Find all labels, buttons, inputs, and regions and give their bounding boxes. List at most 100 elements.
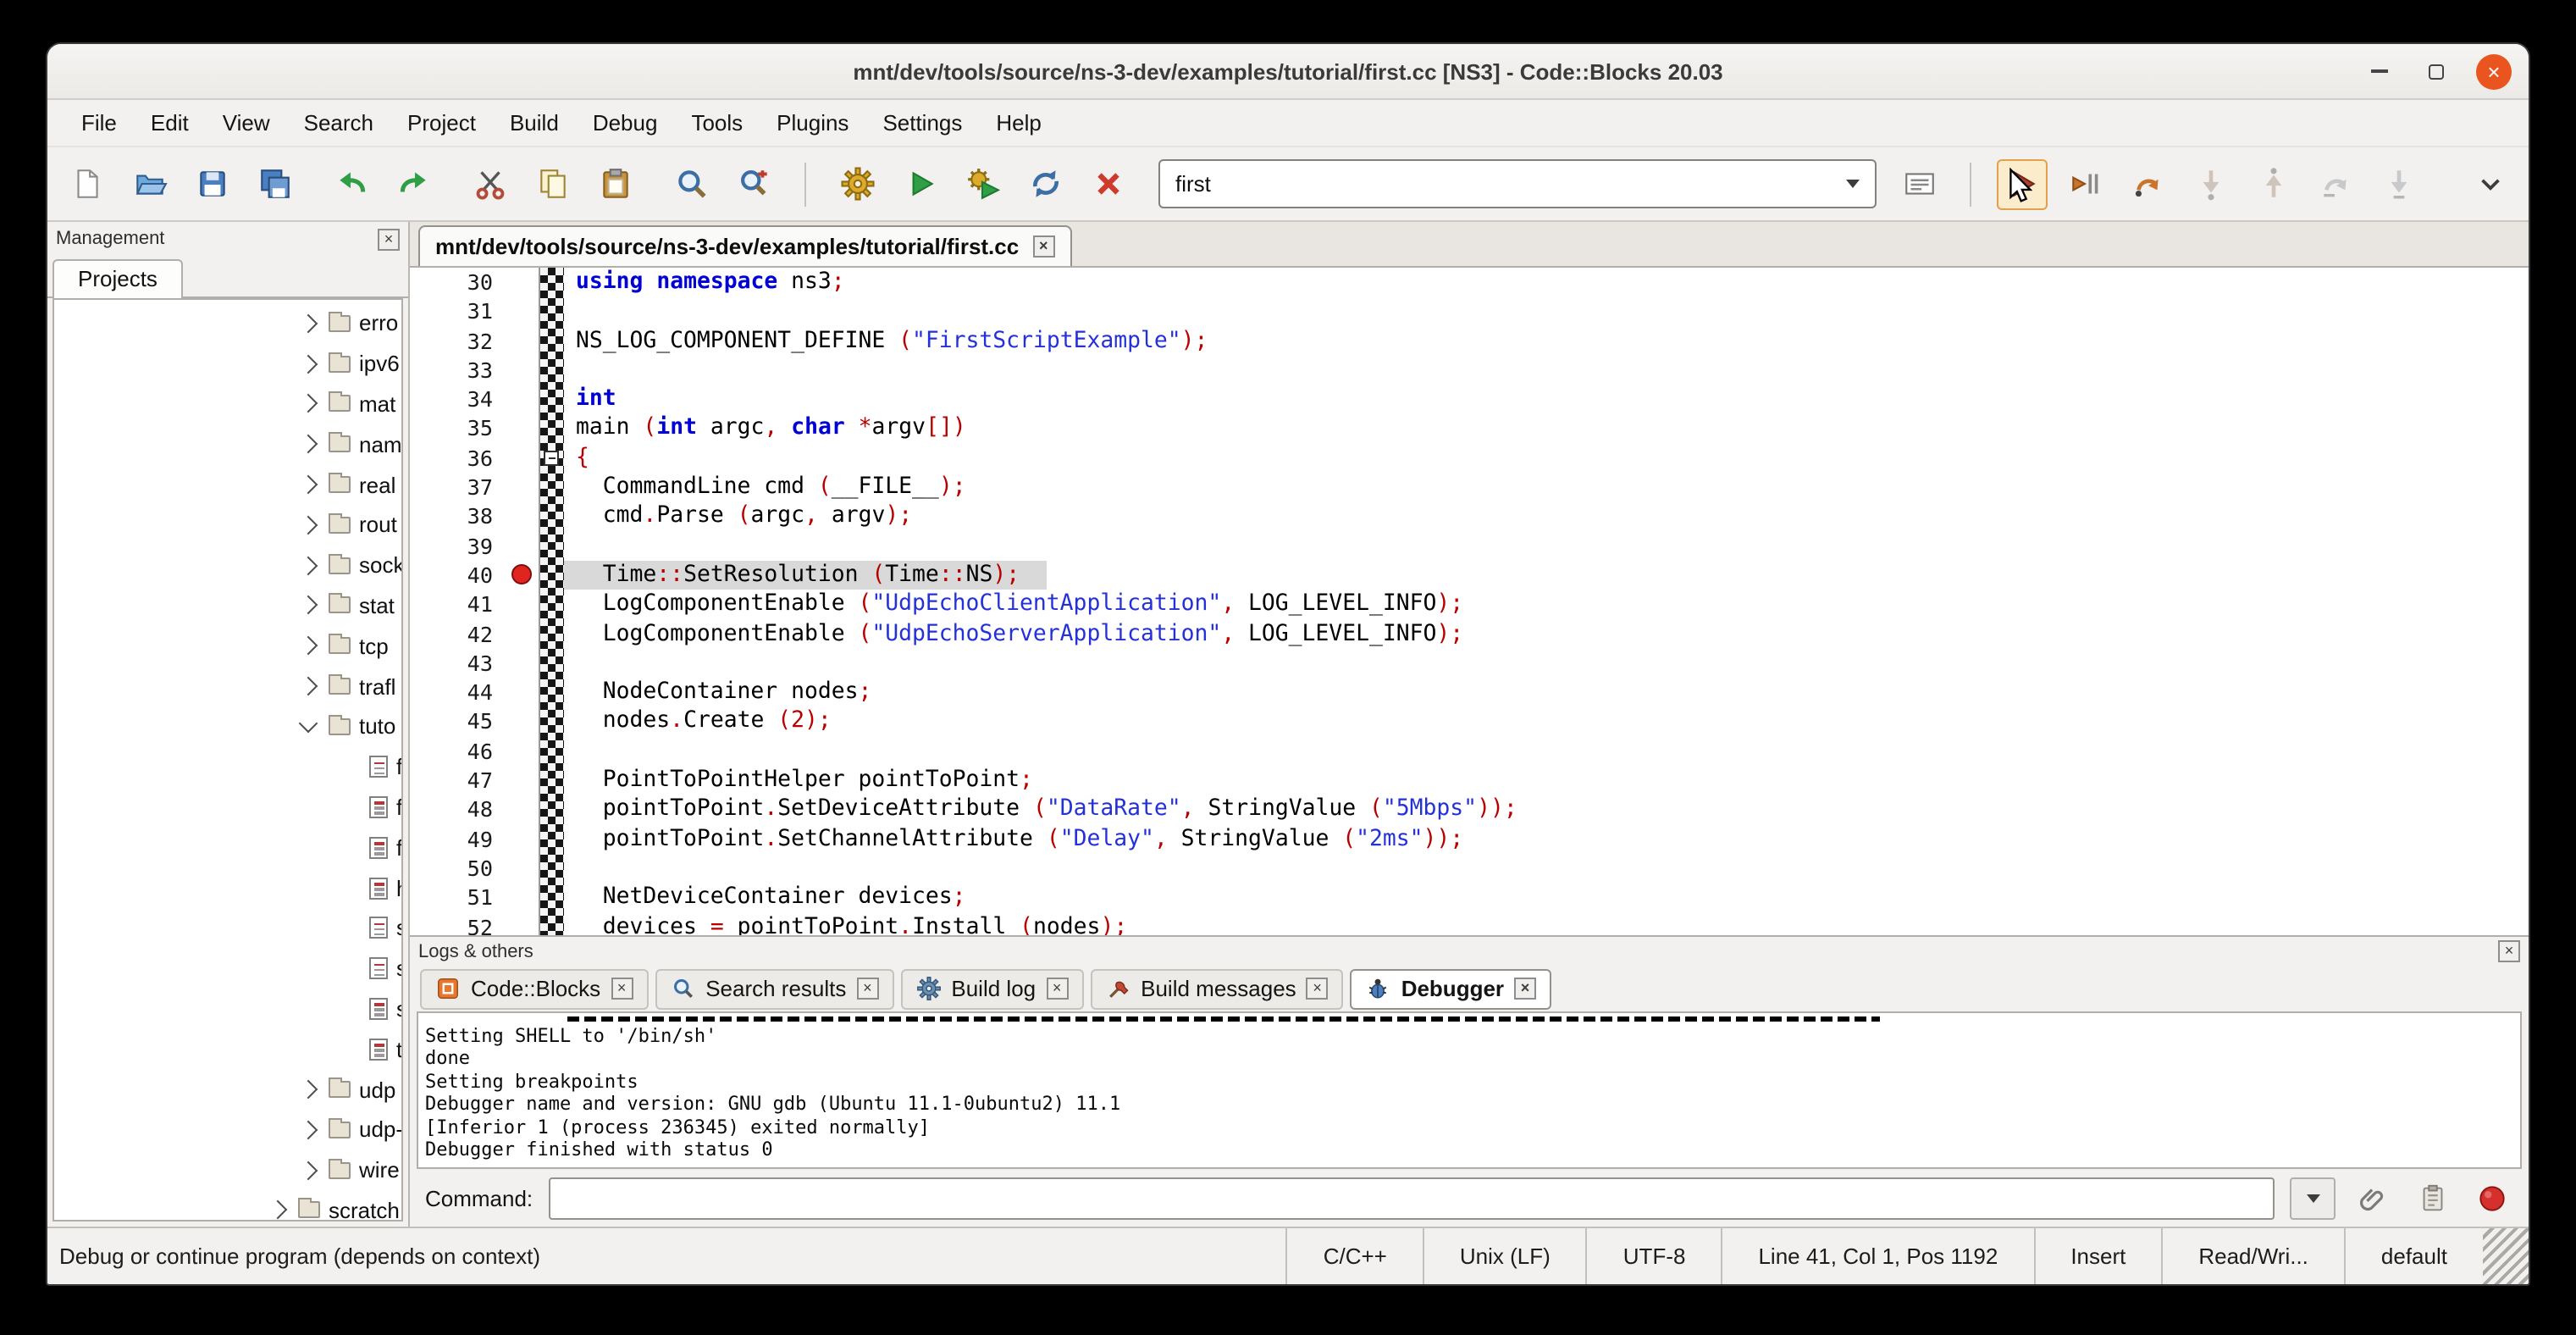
replace-button[interactable] (728, 158, 779, 209)
menu-build[interactable]: Build (493, 103, 576, 142)
breakpoint-margin[interactable] (508, 444, 539, 474)
tree-item-se[interactable]: se (54, 949, 401, 989)
tree-item-stat[interactable]: stat (54, 585, 401, 626)
tree-item-rout[interactable]: rout (54, 505, 401, 546)
log-tab-build-log[interactable]: Build log× (900, 968, 1083, 1009)
run-button[interactable] (894, 158, 945, 209)
breakpoint-margin[interactable] (508, 883, 539, 912)
step-out-button[interactable] (2247, 158, 2298, 209)
save-button[interactable] (186, 158, 237, 209)
expand-chevron-icon[interactable] (268, 1201, 288, 1221)
copy-button[interactable] (527, 158, 578, 209)
log-tab-close-button[interactable]: × (611, 978, 633, 1000)
log-tab-code-blocks[interactable]: Code::Blocks× (420, 968, 648, 1009)
code-editor[interactable]: 30using namespace ns3;3132NS_LOG_COMPONE… (410, 268, 2529, 935)
tree-item-erro[interactable]: erro (54, 303, 401, 344)
build-and-run-button[interactable] (957, 158, 1008, 209)
logs-close-button[interactable]: × (2498, 940, 2520, 962)
breakpoint-margin[interactable] (508, 356, 539, 385)
expand-chevron-icon[interactable] (299, 435, 318, 454)
tree-item-fif[interactable]: fif (54, 747, 401, 788)
breakpoint-margin[interactable] (508, 268, 539, 297)
title-bar[interactable]: mnt/dev/tools/source/ns-3-dev/examples/t… (47, 44, 2529, 100)
resize-grip[interactable] (2483, 1228, 2529, 1284)
breakpoint-icon[interactable] (511, 565, 532, 585)
breakpoint-margin[interactable] (508, 561, 539, 590)
breakpoint-margin[interactable] (508, 473, 539, 502)
expand-chevron-icon[interactable] (299, 1161, 318, 1180)
breakpoint-margin[interactable] (508, 854, 539, 884)
open-file-button[interactable] (124, 158, 174, 209)
breakpoint-margin[interactable] (508, 531, 539, 561)
breakpoint-margin[interactable] (508, 649, 539, 679)
tree-item-th[interactable]: th (54, 1029, 401, 1070)
tree-item-trafl[interactable]: trafl (54, 666, 401, 706)
breakpoint-margin[interactable] (508, 326, 539, 356)
log-tab-close-button[interactable]: × (1514, 978, 1536, 1000)
undo-button[interactable] (325, 158, 376, 209)
expand-chevron-icon[interactable] (299, 515, 318, 535)
tree-item-mat[interactable]: mat (54, 384, 401, 424)
tab-projects[interactable]: Projects (53, 259, 183, 298)
breakpoint-margin[interactable] (508, 766, 539, 795)
menu-help[interactable]: Help (979, 103, 1059, 142)
breakpoint-margin[interactable] (508, 912, 539, 935)
cut-button[interactable] (464, 158, 515, 209)
breakpoint-margin[interactable] (508, 297, 539, 327)
tree-item-he[interactable]: he (54, 867, 401, 908)
tree-item-fo[interactable]: fo (54, 828, 401, 868)
tree-item-sock[interactable]: sock (54, 546, 401, 586)
expand-chevron-icon[interactable] (299, 1080, 318, 1100)
rebuild-button[interactable] (1020, 158, 1070, 209)
menu-search[interactable]: Search (287, 103, 390, 142)
log-tab-close-button[interactable]: × (1307, 978, 1329, 1000)
paste-button[interactable] (589, 158, 640, 209)
log-tab-close-button[interactable]: × (1046, 978, 1068, 1000)
build-target-combo[interactable]: first (1158, 159, 1877, 208)
breakpoint-margin[interactable] (508, 678, 539, 707)
menu-project[interactable]: Project (390, 103, 493, 142)
tree-item-udp[interactable]: udp (54, 1069, 401, 1110)
build-target-button[interactable] (1893, 158, 1944, 209)
menu-tools[interactable]: Tools (674, 103, 760, 142)
step-into-button[interactable] (2185, 158, 2236, 209)
menu-settings[interactable]: Settings (865, 103, 979, 142)
fold-marker-icon[interactable] (544, 451, 559, 466)
expand-chevron-icon[interactable] (299, 475, 318, 495)
step-into-instruction-button[interactable] (2373, 158, 2424, 209)
command-history-dropdown[interactable] (2290, 1177, 2336, 1219)
tree-item-tcp[interactable]: tcp (54, 626, 401, 667)
tree-item-nam[interactable]: nam (54, 424, 401, 465)
minimize-button[interactable] (2361, 53, 2396, 89)
run-to-cursor-button[interactable] (2059, 158, 2110, 209)
breakpoint-margin[interactable] (508, 619, 539, 649)
next-instruction-button[interactable] (2310, 158, 2361, 209)
breakpoint-margin[interactable] (508, 737, 539, 767)
tree-item-fir[interactable]: fir (54, 787, 401, 828)
menu-view[interactable]: View (206, 103, 287, 142)
tree-item-wire[interactable]: wire (54, 1149, 401, 1190)
expand-chevron-icon[interactable] (299, 636, 318, 656)
tree-item-scratch[interactable]: scratch (54, 1190, 401, 1221)
tree-item-udp[interactable]: udp- (54, 1110, 401, 1150)
menu-plugins[interactable]: Plugins (760, 103, 865, 142)
menu-file[interactable]: File (64, 103, 134, 142)
tree-item-tuto[interactable]: tuto (54, 706, 401, 747)
redo-button[interactable] (388, 158, 439, 209)
editor-tab-first-cc[interactable]: mnt/dev/tools/source/ns-3-dev/examples/t… (418, 225, 1071, 266)
collapse-chevron-icon[interactable] (299, 714, 318, 734)
log-tab-search-results[interactable]: Search results× (655, 968, 893, 1009)
menu-debug[interactable]: Debug (576, 103, 675, 142)
tree-item-real[interactable]: real (54, 464, 401, 505)
toolbar-overflow-button[interactable] (2464, 158, 2515, 209)
new-file-button[interactable] (61, 158, 112, 209)
build-button[interactable] (832, 158, 882, 209)
project-tree[interactable]: erroipv6matnamrealroutsockstattcptrafltu… (53, 298, 403, 1221)
tree-item-ipv6[interactable]: ipv6 (54, 344, 401, 385)
log-tab-build-messages[interactable]: Build messages× (1090, 968, 1344, 1009)
maximize-button[interactable] (2418, 53, 2454, 89)
breakpoint-margin[interactable] (508, 502, 539, 532)
tree-item-se[interactable]: se (54, 908, 401, 949)
breakpoint-margin[interactable] (508, 795, 539, 825)
log-tab-close-button[interactable]: × (856, 978, 878, 1000)
